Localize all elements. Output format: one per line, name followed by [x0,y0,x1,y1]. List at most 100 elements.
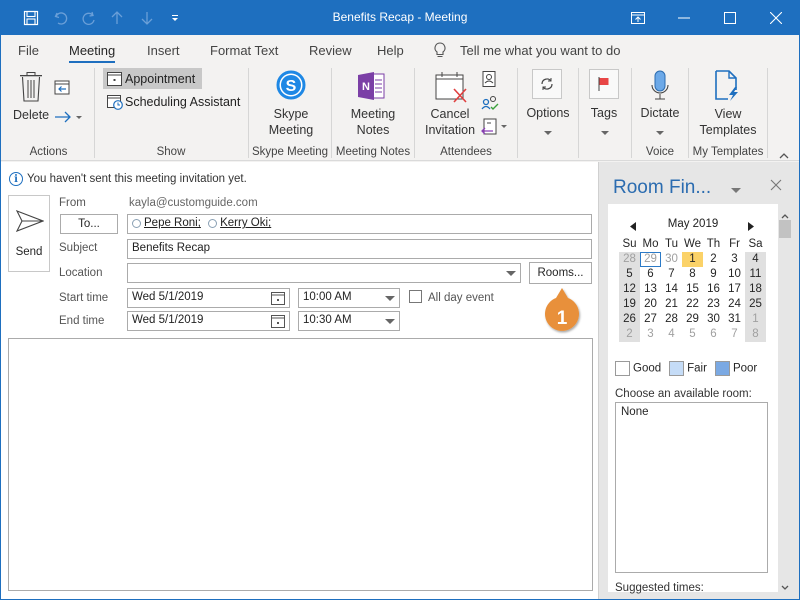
appointment-button[interactable]: Appointment [103,68,202,89]
skype-meeting-label[interactable]: Skype Meeting [259,106,323,138]
calendar-day[interactable]: 20 [640,297,661,312]
calendar-day[interactable]: 22 [682,297,703,312]
skype-icon[interactable]: S [275,69,307,104]
view-templates-label[interactable]: View Templates [695,106,761,138]
calendar-day[interactable]: 5 [619,267,640,282]
start-time-dropdown[interactable]: 10:00 AM [298,288,400,308]
calendar-day[interactable]: 12 [619,282,640,297]
calendar-day[interactable]: 31 [724,312,745,327]
calendar-day[interactable]: 25 [745,297,766,312]
tab-review[interactable]: Review [309,43,352,58]
start-date-field[interactable]: Wed 5/1/2019 [127,288,290,308]
calendar-day[interactable]: 8 [745,327,766,342]
calendar-day[interactable]: 4 [661,327,682,342]
subject-field[interactable]: Benefits Recap [127,239,592,259]
onenote-icon[interactable]: N [357,71,387,104]
calendar-day[interactable]: 21 [661,297,682,312]
view-templates-icon[interactable] [714,70,742,105]
calendar-day[interactable]: 16 [703,282,724,297]
scroll-down-icon[interactable] [781,580,789,594]
location-dropdown-arrow[interactable] [506,271,516,276]
calendar-day[interactable]: 27 [640,312,661,327]
calendar-day[interactable]: 14 [661,282,682,297]
calendar-day[interactable]: 30 [661,252,682,267]
forward-icon[interactable] [54,110,84,127]
to-button[interactable]: To... [60,214,118,234]
calendar-day[interactable]: 23 [703,297,724,312]
calendar-day[interactable]: 13 [640,282,661,297]
calendar-day[interactable]: 30 [703,312,724,327]
tab-insert[interactable]: Insert [147,43,180,58]
ribbon-display-options-icon[interactable] [615,0,661,35]
calendar-day[interactable]: 4 [745,252,766,267]
delete-button[interactable] [19,72,43,105]
options-dropdown-arrow[interactable] [544,125,552,139]
dictate-dropdown-arrow[interactable] [656,125,664,139]
calendar-day[interactable]: 7 [724,327,745,342]
options-icon[interactable] [532,69,562,99]
tab-format-text[interactable]: Format Text [210,43,278,58]
collapse-ribbon-icon[interactable] [779,148,789,162]
next-month-icon[interactable] [748,220,754,234]
location-field[interactable] [127,263,521,283]
tab-meeting[interactable]: Meeting [69,43,116,63]
calendar-day[interactable]: 29 [682,312,703,327]
calendar-day[interactable]: 15 [682,282,703,297]
minimize-icon[interactable] [661,0,707,35]
maximize-icon[interactable] [707,0,753,35]
message-body[interactable] [8,338,593,591]
tags-dropdown-arrow[interactable] [601,125,609,139]
tell-me-search[interactable]: Tell me what you want to do [460,43,620,58]
options-button[interactable]: Options [523,105,573,121]
calendar-day[interactable]: 2 [619,327,640,342]
calendar-day[interactable]: 7 [661,267,682,282]
calendar-day[interactable]: 1 [745,312,766,327]
room-finder-scrollbar[interactable] [778,204,792,592]
end-date-field[interactable]: Wed 5/1/2019 [127,311,290,331]
calendar-forward-icon[interactable] [54,79,70,98]
tab-help[interactable]: Help [377,43,404,58]
calendar-day[interactable]: 26 [619,312,640,327]
close-icon[interactable] [753,0,799,35]
calendar-day[interactable]: 10 [724,267,745,282]
calendar-day[interactable]: 9 [703,267,724,282]
scroll-thumb[interactable] [779,220,791,238]
tab-file[interactable]: File [18,43,39,58]
all-day-checkbox[interactable] [409,290,422,303]
send-button[interactable]: Send [8,195,50,272]
meeting-notes-label[interactable]: Meeting Notes [343,106,403,138]
calendar-day[interactable]: 3 [724,252,745,267]
calendar-day[interactable]: 28 [619,252,640,267]
calendar-day[interactable]: 17 [724,282,745,297]
calendar-day[interactable]: 1 [682,252,703,267]
calendar-icon[interactable] [271,291,285,308]
cancel-invitation-icon[interactable] [435,72,469,107]
calendar-day[interactable]: 28 [661,312,682,327]
calendar-day[interactable]: 24 [724,297,745,312]
tags-flag-icon[interactable] [589,69,619,99]
microphone-icon[interactable] [649,70,671,105]
close-pane-icon[interactable] [770,179,782,194]
calendar-day[interactable]: 5 [682,327,703,342]
calendar-day[interactable]: 8 [682,267,703,282]
pane-options-icon[interactable] [731,183,741,197]
calendar-icon[interactable] [271,314,285,331]
scheduling-assistant-button[interactable]: Scheduling Assistant [103,91,243,112]
calendar-day[interactable]: 6 [640,267,661,282]
room-option[interactable]: None [621,406,762,418]
calendar-day[interactable]: 19 [619,297,640,312]
to-field[interactable]: Pepe Roni; Kerry Oki; [127,214,592,234]
recipient[interactable]: Pepe Roni; [132,217,201,229]
end-time-dropdown[interactable]: 10:30 AM [298,311,400,331]
cancel-invitation-label[interactable]: Cancel Invitation [421,106,479,138]
calendar-day[interactable]: 2 [703,252,724,267]
response-options-icon[interactable] [481,94,499,115]
dictate-button[interactable]: Dictate [636,105,684,121]
calendar-day[interactable]: 29 [640,252,661,267]
calendar-day[interactable]: 6 [703,327,724,342]
address-book-icon[interactable] [482,71,496,90]
contact-attendees-icon[interactable] [481,118,509,139]
calendar-day[interactable]: 18 [745,282,766,297]
calendar-day[interactable]: 11 [745,267,766,282]
recipient[interactable]: Kerry Oki; [208,217,271,229]
